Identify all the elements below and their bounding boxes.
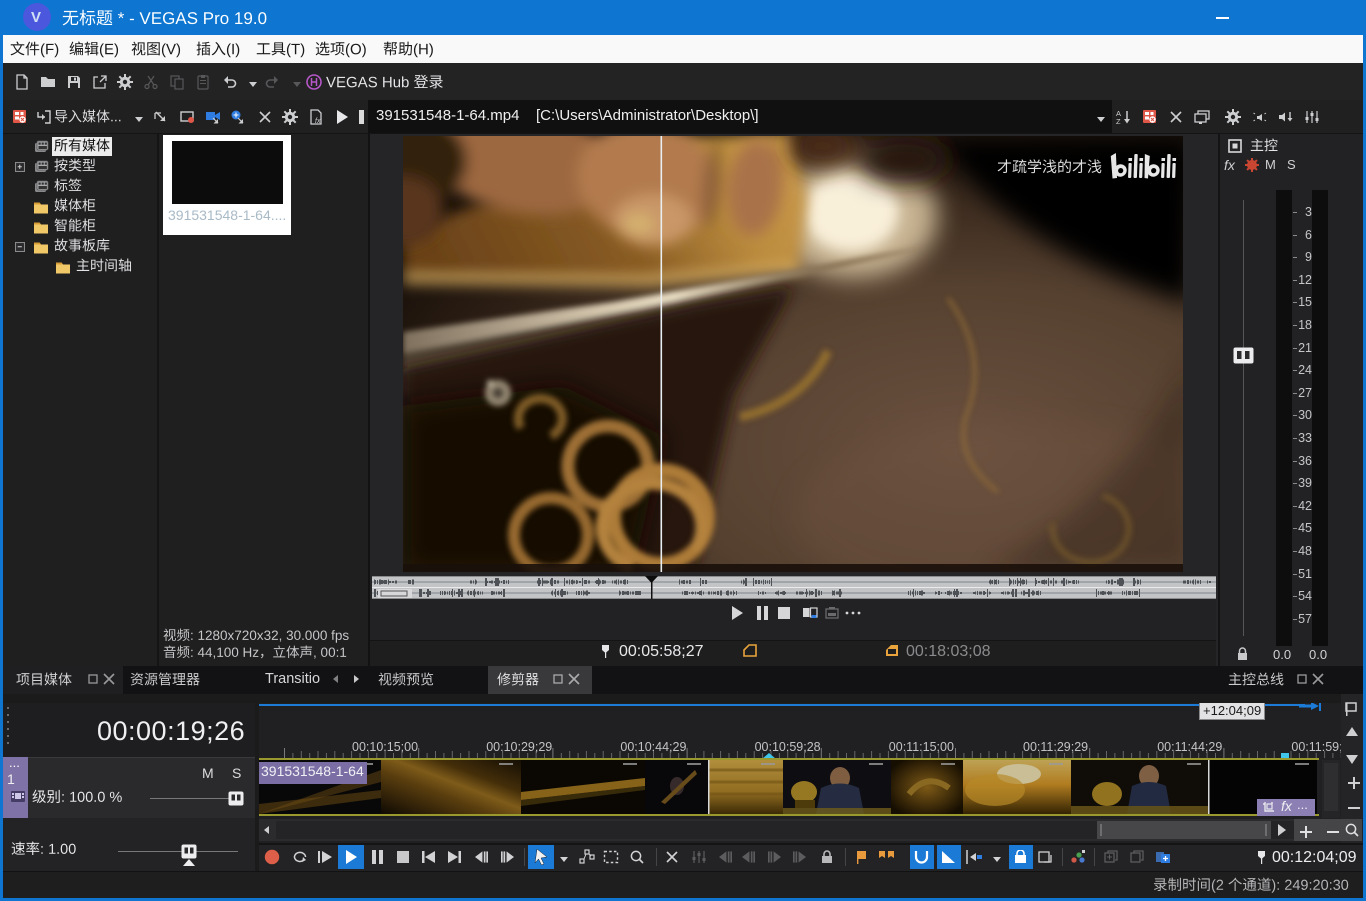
svg-text:Z: Z [1116, 117, 1121, 125]
svg-text:fx: fx [315, 118, 321, 125]
